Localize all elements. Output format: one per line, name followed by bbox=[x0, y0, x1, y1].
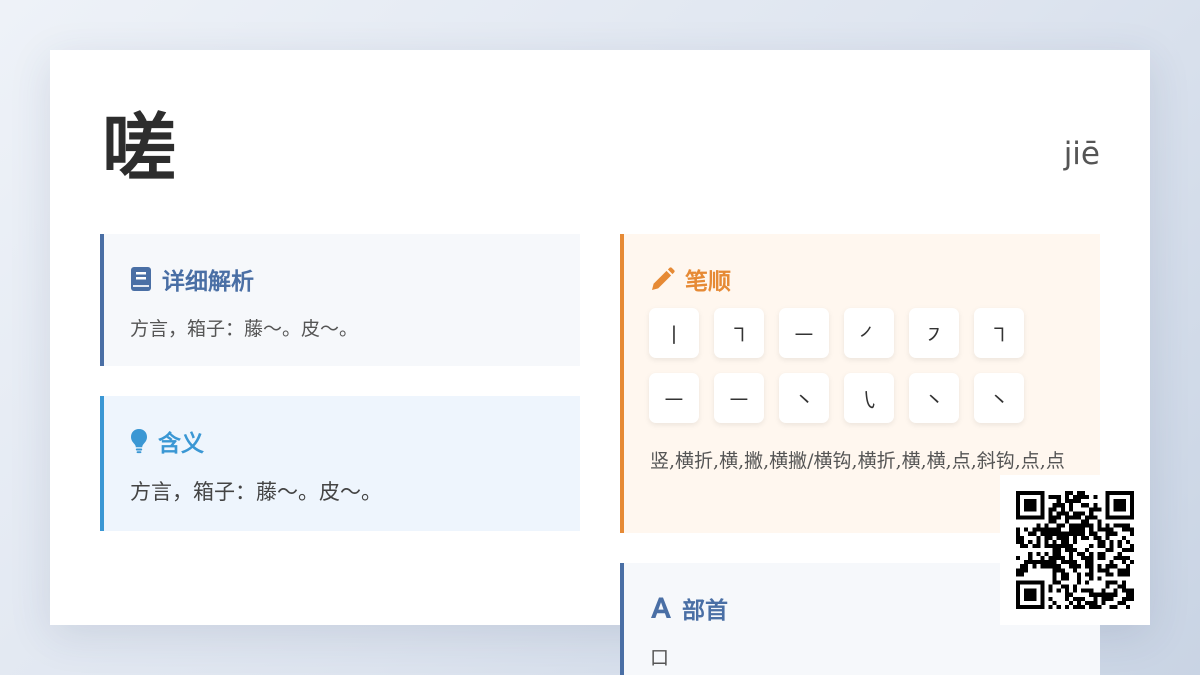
qr-code bbox=[1000, 475, 1150, 625]
radical-header: 部首 bbox=[650, 591, 728, 625]
detail-panel: 详细解析 方言，箱子：藤～。皮～。 bbox=[100, 234, 580, 366]
detail-heading: 详细解析 bbox=[162, 268, 254, 295]
character-title: 嗟 bbox=[102, 106, 176, 192]
stroke-item: ㇐ bbox=[714, 373, 764, 423]
stroke-item: ㇂ bbox=[844, 373, 894, 423]
pinyin-label: jiē bbox=[1063, 136, 1100, 172]
meaning-header: 含义 bbox=[130, 424, 204, 458]
stroke-order-heading: 笔顺 bbox=[685, 268, 731, 295]
pencil-icon bbox=[652, 266, 675, 290]
meaning-heading: 含义 bbox=[158, 430, 204, 457]
stroke-item: ㇇ bbox=[909, 308, 959, 358]
stroke-order-header: 笔顺 bbox=[650, 262, 731, 296]
font-icon bbox=[651, 597, 671, 618]
radical-value: 口 bbox=[650, 647, 670, 669]
stroke-item: ㇔ bbox=[779, 373, 829, 423]
lightbulb-icon bbox=[131, 429, 147, 454]
meaning-text: 方言，箱子：藤～。皮～。 bbox=[130, 480, 382, 504]
qr-code-icon bbox=[1016, 491, 1134, 609]
stroke-item: ㇒ bbox=[844, 308, 894, 358]
stroke-item: ㇔ bbox=[974, 373, 1024, 423]
stroke-grid: 丨 ㇕ ㇐ ㇒ ㇇ ㇕ ㇐ ㇐ ㇔ ㇂ ㇔ ㇔ bbox=[649, 308, 1049, 423]
stroke-item: 丨 bbox=[649, 308, 699, 358]
detail-header: 详细解析 bbox=[130, 262, 254, 296]
stroke-item: ㇐ bbox=[649, 373, 699, 423]
stroke-item: ㇕ bbox=[714, 308, 764, 358]
stroke-item: ㇔ bbox=[909, 373, 959, 423]
meaning-panel: 含义 方言，箱子：藤～。皮～。 bbox=[100, 396, 580, 531]
radical-heading: 部首 bbox=[682, 597, 728, 624]
stroke-names: 竖,横折,横,撇,横撇/横钩,横折,横,横,点,斜钩,点,点 bbox=[650, 450, 1065, 472]
stroke-item: ㇕ bbox=[974, 308, 1024, 358]
stroke-item: ㇐ bbox=[779, 308, 829, 358]
book-icon bbox=[131, 267, 151, 291]
detail-text: 方言，箱子：藤～。皮～。 bbox=[130, 318, 359, 340]
